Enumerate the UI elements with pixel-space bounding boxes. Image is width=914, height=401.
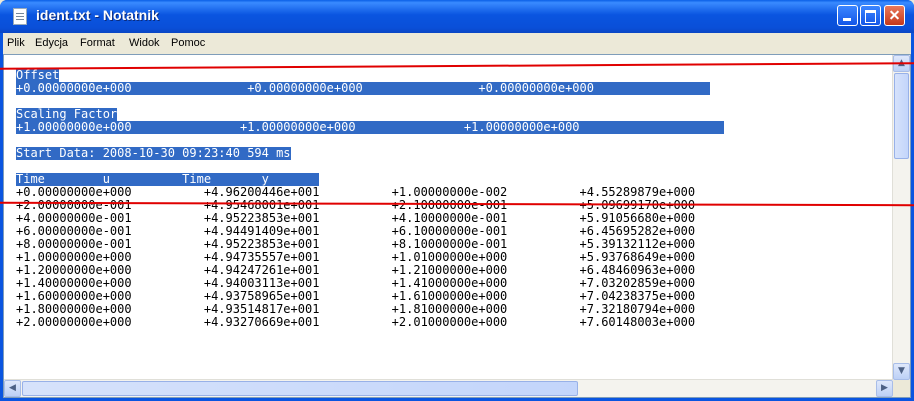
scroll-down-icon[interactable]: ▼ bbox=[893, 363, 910, 380]
vertical-scroll-thumb[interactable] bbox=[894, 73, 909, 159]
text-line[interactable]: +1.00000000e+000 +1.00000000e+000 +1.000… bbox=[16, 121, 725, 134]
scroll-right-icon[interactable]: ▶ bbox=[876, 380, 893, 397]
title-bar[interactable]: ident.txt - Notatnik bbox=[0, 0, 914, 33]
window-title: ident.txt - Notatnik bbox=[36, 7, 159, 23]
resize-grip-icon[interactable] bbox=[893, 380, 910, 397]
horizontal-scrollbar[interactable]: ◀ ▶ bbox=[4, 379, 893, 397]
menu-pomoc[interactable]: Pomoc bbox=[171, 37, 205, 49]
menu-edycja[interactable]: Edycja bbox=[35, 37, 68, 49]
minimize-button[interactable] bbox=[837, 5, 858, 26]
scroll-left-icon[interactable]: ◀ bbox=[4, 380, 21, 397]
menu-plik[interactable]: Plik bbox=[7, 37, 25, 49]
notepad-icon[interactable] bbox=[13, 8, 27, 25]
notepad-window: ident.txt - Notatnik Plik Edycja Format … bbox=[0, 0, 914, 401]
text-line[interactable]: +2.00000000e+000 +4.93270669e+001 +2.010… bbox=[16, 316, 695, 329]
horizontal-scroll-thumb[interactable] bbox=[22, 381, 578, 396]
maximize-button[interactable] bbox=[860, 5, 881, 26]
text-line[interactable]: Start Data: 2008-10-30 09:23:40 594 ms bbox=[16, 147, 291, 160]
vertical-scrollbar[interactable]: ▲ ▼ bbox=[892, 55, 910, 380]
close-button[interactable] bbox=[884, 5, 905, 26]
text-editor[interactable]: Offset +0.00000000e+000 +0.00000000e+000 … bbox=[3, 54, 911, 398]
menu-bar: Plik Edycja Format Widok Pomoc bbox=[3, 33, 911, 54]
menu-widok[interactable]: Widok bbox=[129, 37, 160, 49]
text-line[interactable]: +0.00000000e+000 +0.00000000e+000 +0.000… bbox=[16, 82, 710, 95]
menu-format[interactable]: Format bbox=[80, 37, 115, 49]
